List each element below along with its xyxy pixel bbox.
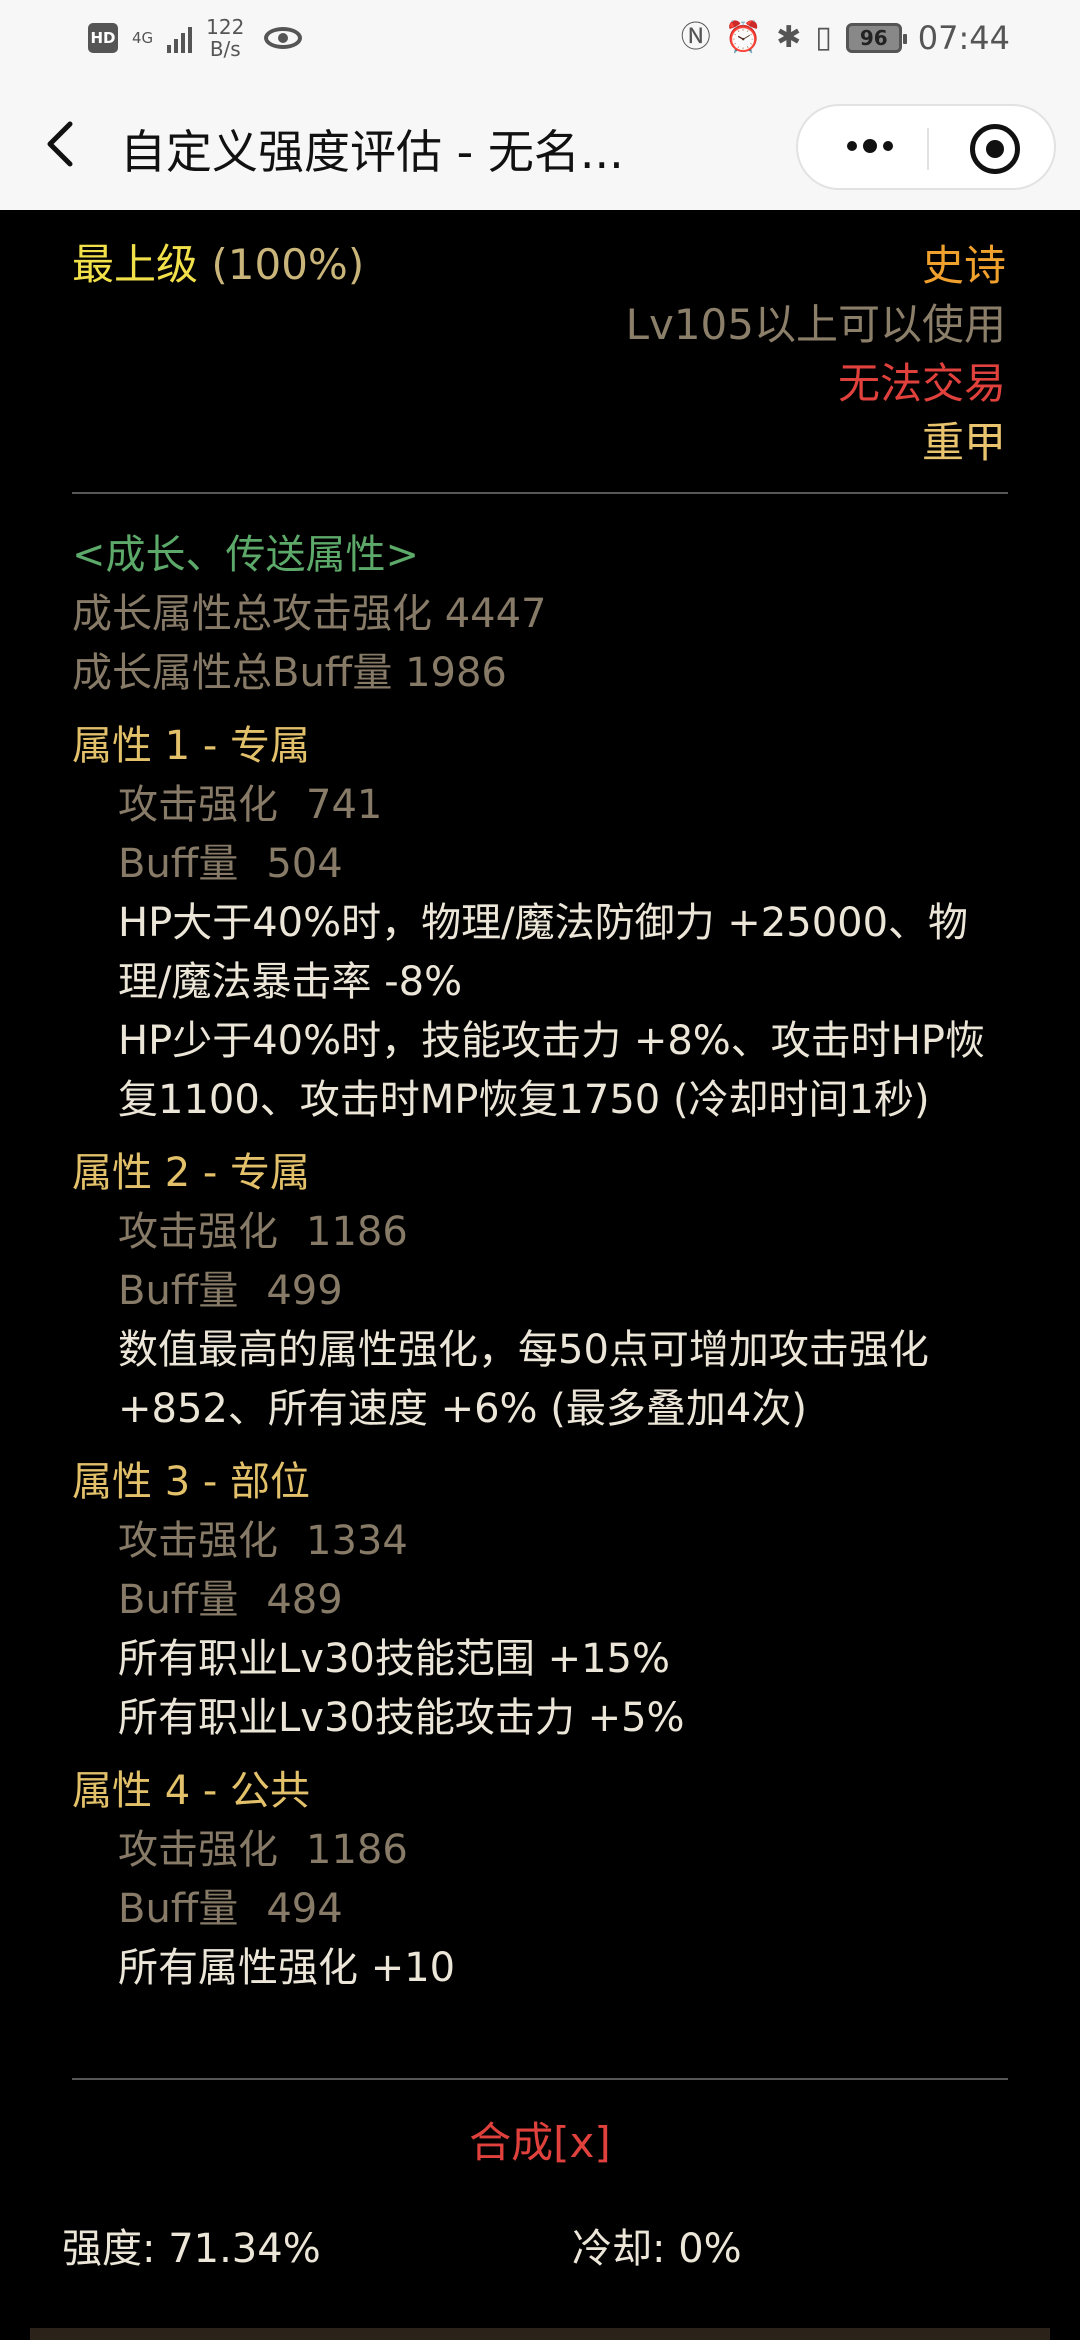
signal-icon — [167, 23, 193, 53]
miniprogram-capsule — [796, 104, 1056, 190]
network-speed-unit: B/s — [209, 37, 241, 61]
atk-value: 741 — [306, 782, 383, 828]
battery-level: 96 — [859, 26, 888, 50]
level-requirement: Lv105以上可以使用 — [625, 300, 1006, 349]
divider — [72, 2078, 1008, 2080]
hd-icon: HD — [88, 23, 118, 53]
strength-value: 强度: 71.34% — [62, 2226, 321, 2272]
grade-percent: (100%) — [211, 240, 365, 289]
more-dots-icon — [847, 139, 893, 153]
attribute-buff: Buff量 504 — [72, 835, 1012, 894]
atk-label: 攻击强化 — [118, 1827, 278, 1873]
clock: 07:44 — [917, 19, 1010, 57]
eye-icon — [264, 27, 303, 49]
attribute-title: 属性 1 - 专属 — [72, 723, 311, 769]
trade-status: 无法交易 — [837, 359, 1006, 408]
buff-value: 489 — [266, 1577, 343, 1623]
attribute-title: 属性 4 - 公共 — [72, 1768, 311, 1814]
atk-value: 1186 — [306, 1209, 408, 1255]
nav-bar: 自定义强度评估 - 无名... — [0, 82, 1080, 210]
nfc-icon: Ⓝ — [680, 20, 711, 55]
attribute-title: 属性 3 - 部位 — [72, 1459, 311, 1505]
attribute-effect: HP大于40%时，物理/魔法防御力 +25000、物理/魔法暴击率 -8% — [118, 900, 969, 1005]
network-speed-value: 122 — [206, 15, 245, 39]
buff-label: Buff量 — [118, 1577, 239, 1623]
armor-type: 重甲 — [921, 418, 1006, 467]
close-miniprogram-button[interactable] — [970, 124, 1020, 174]
atk-value: 1186 — [306, 1827, 408, 1873]
attribute-buff: Buff量 499 — [72, 1262, 1012, 1321]
status-left: HD 4G 122 B/s — [88, 16, 303, 60]
attribute-block: 属性 4 - 公共 攻击强化 1186 Buff量 494 所有属性强化 +10 — [72, 1762, 1012, 1998]
item-grade: 最上级 (100%) — [72, 236, 364, 294]
chevron-left-icon — [47, 121, 73, 167]
attribute-atk: 攻击强化 1186 — [72, 1821, 1012, 1880]
bluetooth-icon: ✱ — [776, 20, 802, 55]
more-button[interactable] — [844, 126, 896, 173]
attribute-title: 属性 2 - 专属 — [72, 1150, 311, 1196]
attribute-atk: 攻击强化 741 — [72, 776, 1012, 835]
atk-value: 1334 — [306, 1518, 408, 1564]
network-type: 4G — [132, 28, 154, 47]
growth-total-atk: 成长属性总攻击强化 4447 — [72, 591, 547, 637]
attribute-effect: 所有职业Lv30技能攻击力 +5% — [118, 1695, 685, 1741]
combine-button[interactable]: 合成[x] — [0, 2109, 1080, 2170]
attribute-effect: 数值最高的属性强化，每50点可增加攻击强化 +852、所有速度 +6% (最多叠… — [118, 1327, 929, 1432]
attribute-effect: HP少于40%时，技能攻击力 +8%、攻击时HP恢复1100、攻击时MP恢复17… — [118, 1018, 985, 1123]
buff-label: Buff量 — [118, 1268, 239, 1314]
atk-label: 攻击强化 — [118, 782, 278, 828]
page-title: 自定义强度评估 - 无名... — [120, 125, 624, 179]
attribute-block: 属性 3 - 部位 攻击强化 1334 Buff量 489 所有职业Lv30技能范围… — [72, 1453, 1012, 1748]
buff-value: 504 — [266, 841, 343, 887]
rarity-label: 史诗 — [921, 241, 1006, 290]
attribute-effect: 所有属性强化 +10 — [118, 1945, 456, 1991]
buff-value: 499 — [266, 1268, 343, 1314]
atk-label: 攻击强化 — [118, 1209, 278, 1255]
attribute-block: 属性 2 - 专属 攻击强化 1186 Buff量 499 数值最高的属性强化，每5… — [72, 1144, 1012, 1439]
growth-heading: <成长、传送属性> — [72, 532, 420, 578]
grade-label: 最上级 — [72, 240, 199, 289]
network-speed: 122 B/s — [206, 16, 244, 60]
growth-total-buff: 成长属性总Buff量 1986 — [72, 650, 507, 696]
buff-value: 494 — [266, 1886, 343, 1932]
divider — [72, 492, 1008, 494]
item-info: 史诗 Lv105以上可以使用 无法交易 重甲 — [626, 236, 1006, 472]
item-tooltip: 最上级 (100%) 史诗 Lv105以上可以使用 无法交易 重甲 <成长、传送… — [0, 210, 1080, 2340]
status-bar: HD 4G 122 B/s Ⓝ ⏰ ✱ ▯ 96 07:44 — [0, 0, 1080, 82]
buff-label: Buff量 — [118, 841, 239, 887]
attribute-buff: Buff量 489 — [72, 1571, 1012, 1630]
capsule-divider — [927, 128, 929, 170]
atk-label: 攻击强化 — [118, 1518, 278, 1564]
buff-label: Buff量 — [118, 1886, 239, 1932]
attribute-atk: 攻击强化 1334 — [72, 1512, 1012, 1571]
cooldown-value: 冷却: 0% — [572, 2226, 742, 2272]
battery-icon: 96 — [845, 23, 907, 53]
attribute-effect: 所有职业Lv30技能范围 +15% — [118, 1636, 670, 1682]
vibrate-icon: ▯ — [815, 20, 832, 55]
attribute-block: 属性 1 - 专属 攻击强化 741 Buff量 504 HP大于40%时，物理/魔… — [72, 717, 1012, 1130]
attribute-atk: 攻击强化 1186 — [72, 1203, 1012, 1262]
back-button[interactable] — [40, 116, 100, 176]
alarm-icon: ⏰ — [724, 20, 763, 55]
bottom-bar — [30, 2328, 1050, 2340]
status-right: Ⓝ ⏰ ✱ ▯ 96 07:44 — [681, 18, 1010, 58]
attribute-buff: Buff量 494 — [72, 1880, 1012, 1939]
attributes-section: <成长、传送属性> 成长属性总攻击强化 4447 成长属性总Buff量 1986… — [72, 526, 1012, 1998]
